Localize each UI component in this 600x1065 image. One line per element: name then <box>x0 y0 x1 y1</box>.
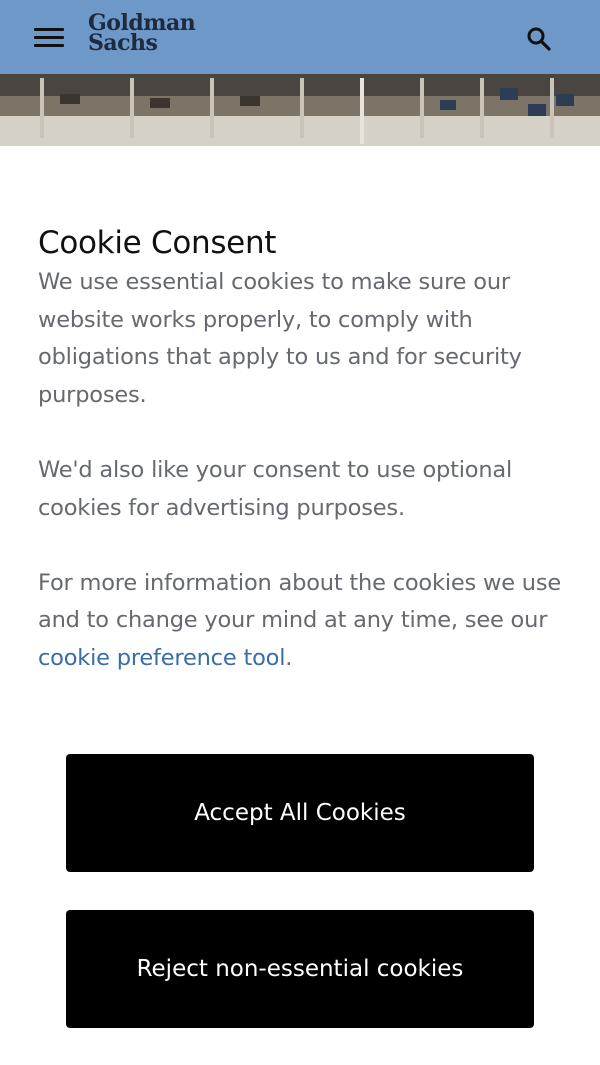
site-header: Goldman Sachs <box>0 0 600 74</box>
more-info-text: For more information about the cookies w… <box>38 569 562 634</box>
consent-title: Cookie Consent <box>38 225 277 261</box>
more-info-suffix: . <box>285 644 293 671</box>
cookie-preference-tool-link[interactable]: cookie preference tool <box>38 645 285 671</box>
logo-line-2: Sachs <box>88 30 158 56</box>
hamburger-menu-icon[interactable] <box>34 26 64 48</box>
consent-paragraph-more-info: For more information about the cookies w… <box>38 565 568 678</box>
consent-paragraph-optional: We'd also like your consent to use optio… <box>38 456 513 521</box>
menu-bar <box>34 28 64 31</box>
goldman-sachs-logo[interactable]: Goldman Sachs <box>88 12 198 63</box>
consent-paragraph-essential: We use essential cookies to make sure ou… <box>38 269 522 408</box>
hero-banner-image <box>0 74 600 146</box>
menu-bar <box>34 36 64 39</box>
menu-bar <box>34 44 64 47</box>
cookie-consent-panel: Cookie Consent We use essential cookies … <box>38 222 568 715</box>
reject-non-essential-cookies-button[interactable]: Reject non-essential cookies <box>66 910 534 1028</box>
search-icon[interactable] <box>524 24 554 54</box>
accept-all-cookies-button[interactable]: Accept All Cookies <box>66 754 534 872</box>
